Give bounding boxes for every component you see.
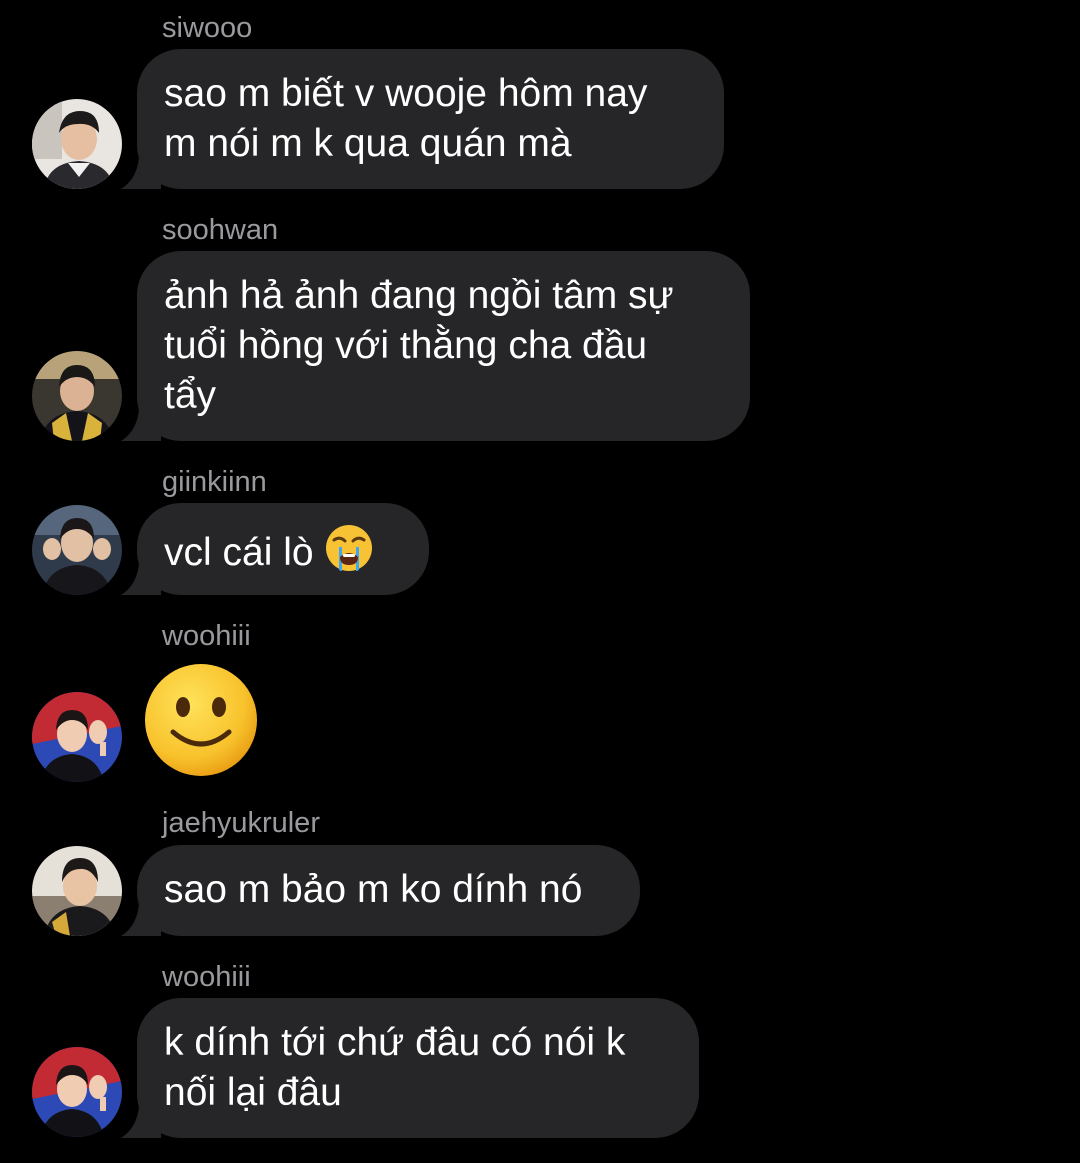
sender-name: giinkiinn [162, 466, 267, 498]
avatar[interactable] [32, 846, 122, 936]
bubble-tail [121, 1106, 161, 1138]
message-line: sao m biết v wooje hôm nay [164, 72, 648, 115]
message-line: ảnh hả ảnh đang ngồi tâm sự [164, 274, 674, 317]
message-text: sao m bảo m ko dính nó [164, 868, 583, 911]
message-line: m nói m k qua quán mà [164, 122, 572, 165]
message-line: tẩy [164, 374, 217, 417]
avatar[interactable] [32, 99, 122, 189]
message-bubble[interactable]: k dính tới chứ đâu có nói k nối lại đâu [121, 998, 699, 1138]
message-line: tuổi hồng với thằng cha đầu [164, 324, 648, 367]
message-bubble[interactable]: sao m biết v wooje hôm nay m nói m k qua… [121, 49, 724, 189]
avatar[interactable] [32, 1047, 122, 1137]
loudly-crying-face-icon [324, 523, 374, 586]
slightly-smiling-face-icon[interactable] [143, 662, 259, 783]
message-line: nối lại đâu [164, 1071, 342, 1114]
message-bubble[interactable]: vcl cái lò [121, 503, 429, 595]
sender-name: soohwan [162, 214, 279, 246]
sender-name: woohiii [162, 620, 251, 652]
message-bubble[interactable]: ảnh hả ảnh đang ngồi tâm sự tuổi hồng vớ… [121, 251, 750, 441]
message-text: vcl cái lò [164, 531, 314, 574]
bubble-tail [121, 409, 161, 441]
message-bubble[interactable]: sao m bảo m ko dính nó [121, 845, 640, 936]
sender-name: jaehyukruler [162, 807, 320, 839]
bubble-tail [121, 904, 161, 936]
bubble-tail [121, 563, 161, 595]
sender-name: siwooo [162, 12, 253, 44]
avatar[interactable] [32, 505, 122, 595]
avatar[interactable] [32, 351, 122, 441]
sender-name: woohiii [162, 961, 251, 993]
bubble-tail [121, 157, 161, 189]
message-line: k dính tới chứ đâu có nói k [164, 1021, 626, 1064]
avatar[interactable] [32, 692, 122, 782]
